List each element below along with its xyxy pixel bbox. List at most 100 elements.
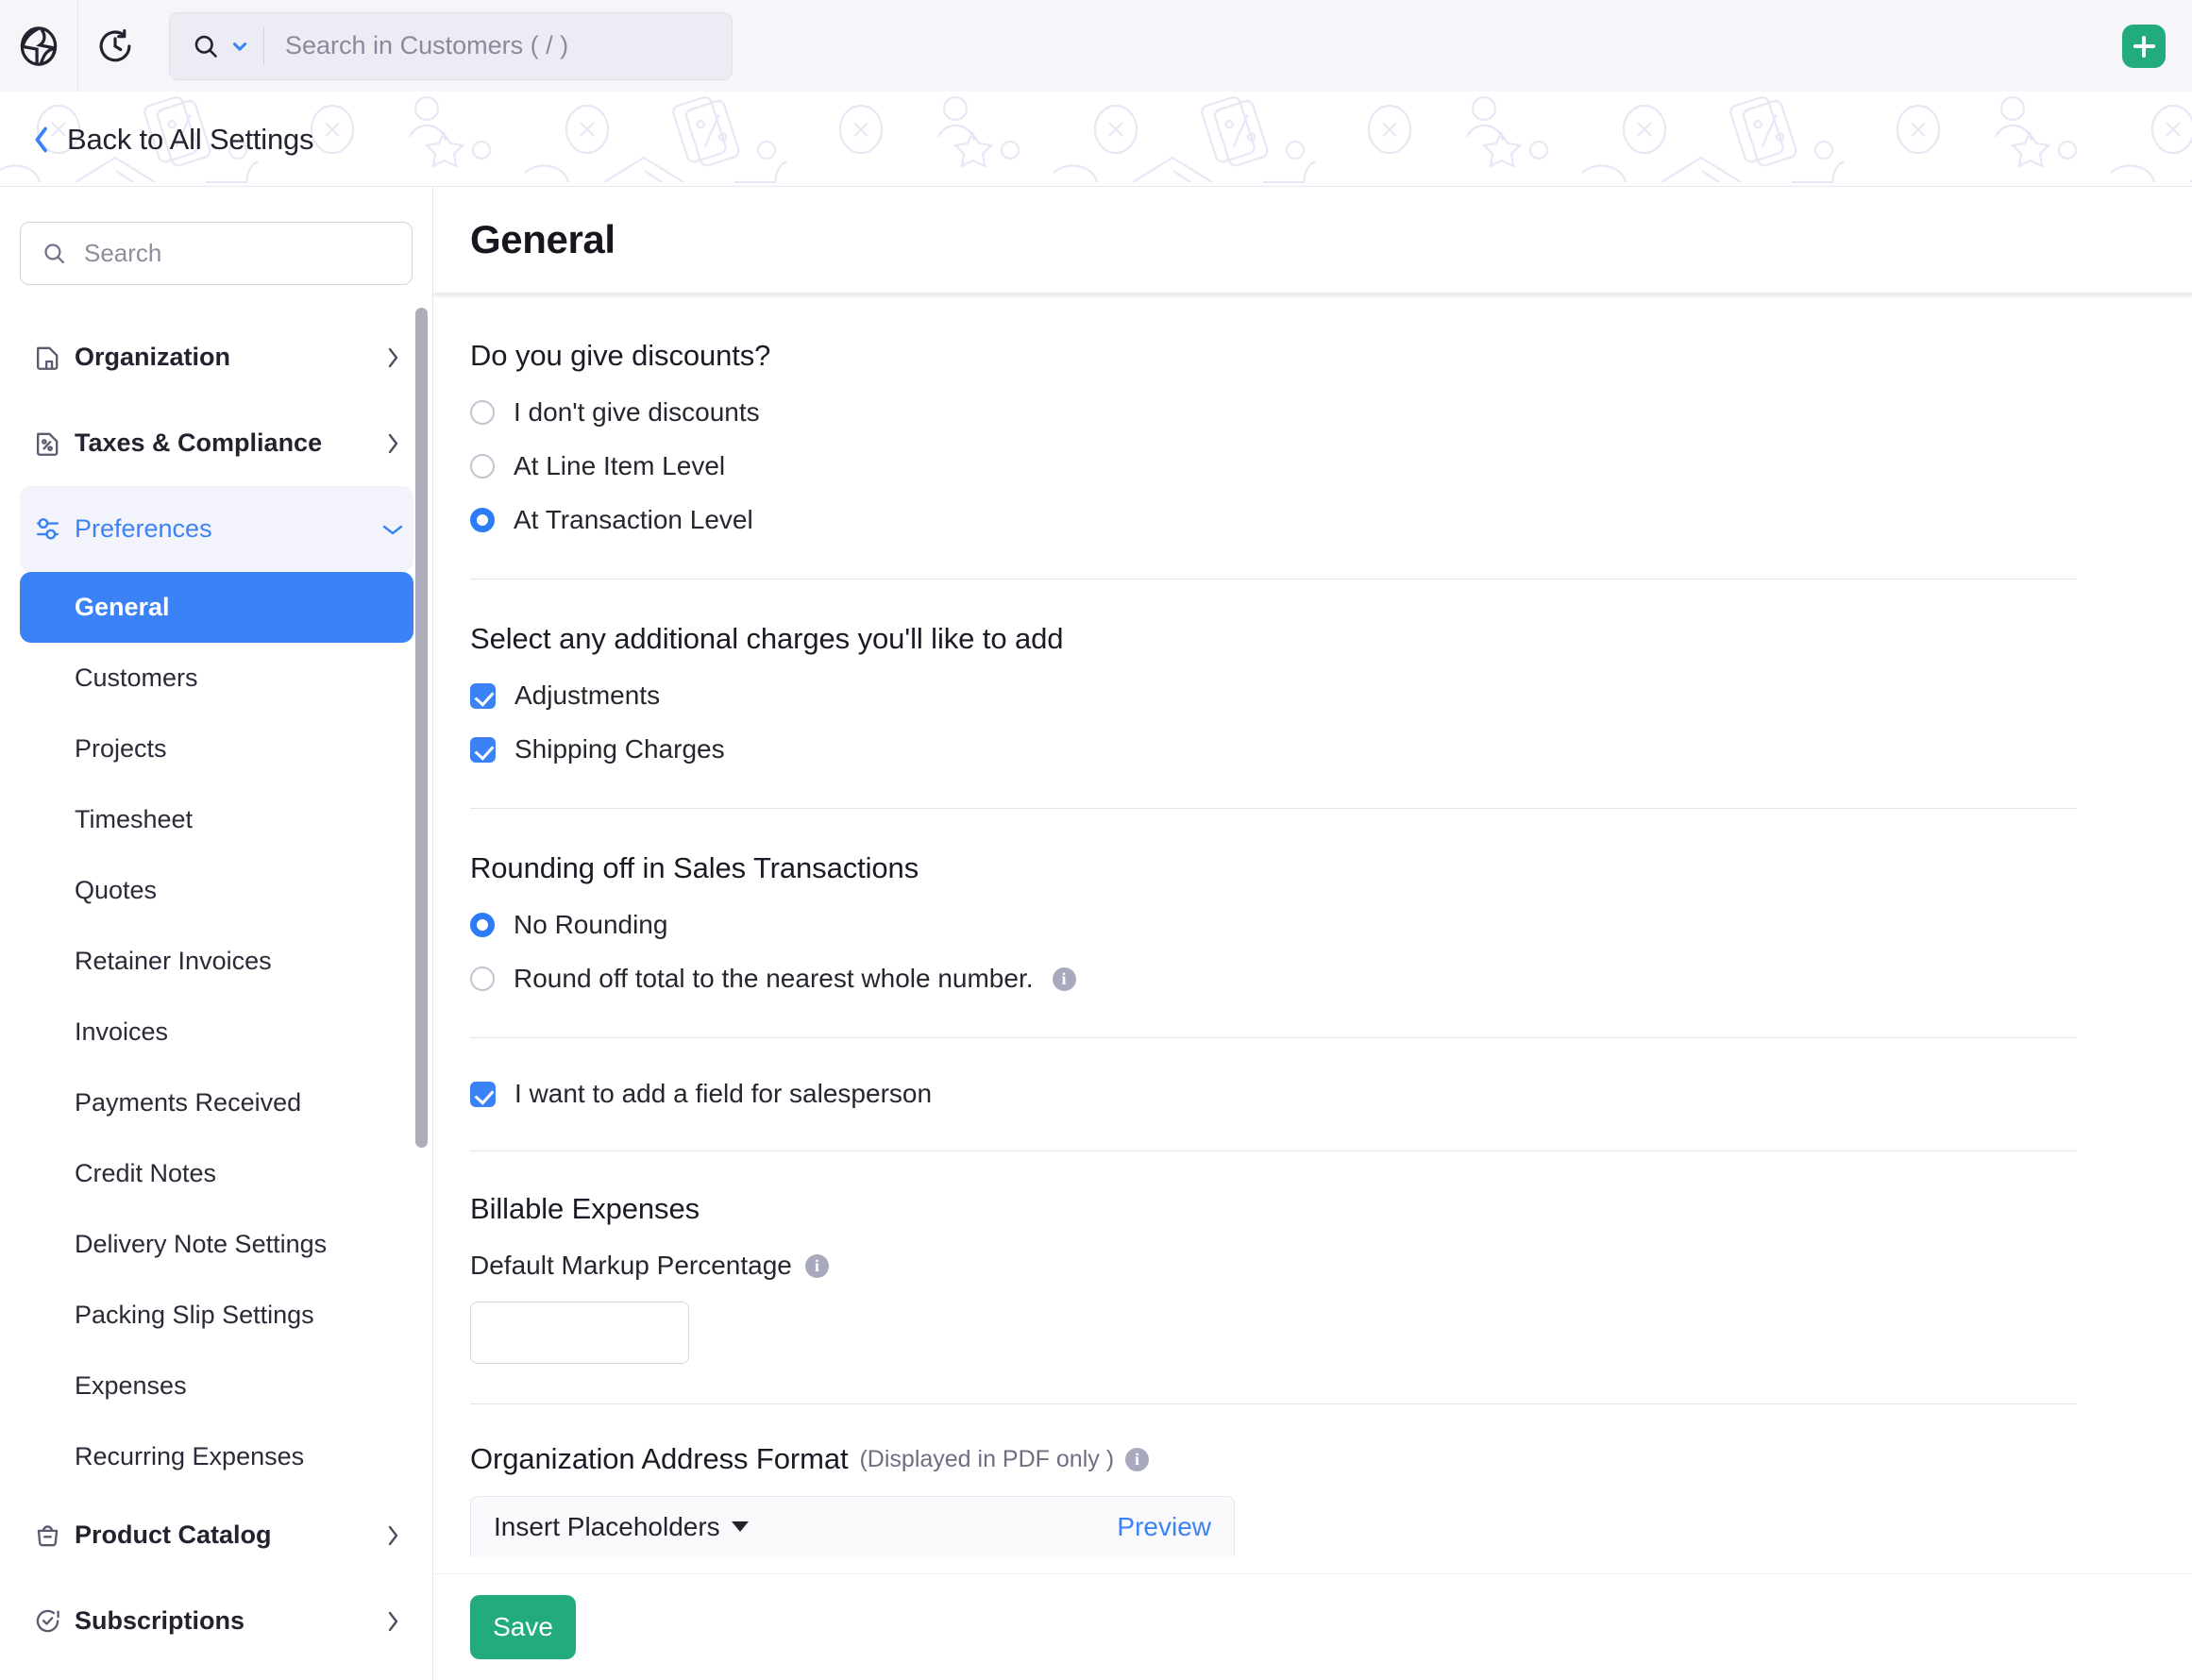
markup-field-label-row: Default Markup Percentage i — [470, 1251, 2155, 1281]
sidebar-item-label: General — [75, 593, 170, 621]
sidebar-item-label: Quotes — [75, 876, 158, 904]
sidebar-item-label: Timesheet — [75, 805, 194, 833]
search-icon — [192, 32, 220, 60]
sidebar-item-label: Customers — [75, 664, 198, 692]
section-title: Billable Expenses — [470, 1192, 700, 1225]
recent-activity-button[interactable] — [78, 0, 152, 92]
checkbox-indicator-checked — [470, 1081, 496, 1107]
subscription-refresh-check-icon — [20, 1606, 75, 1636]
checkbox-label: Shipping Charges — [514, 734, 725, 764]
radio-label: No Rounding — [514, 910, 668, 939]
chevron-right-icon[interactable] — [372, 345, 413, 370]
section-note: (Displayed in PDF only ) — [859, 1445, 1115, 1472]
sidebar-search-input[interactable] — [67, 223, 412, 284]
section-title: Organization Address Format — [470, 1442, 849, 1475]
info-icon[interactable]: i — [804, 1253, 829, 1278]
sidebar-group-preferences[interactable]: Preferences — [20, 486, 413, 572]
radio-no-discounts[interactable]: I don't give discounts — [470, 397, 2155, 428]
preferences-sliders-icon — [20, 514, 75, 544]
app-logo[interactable] — [0, 0, 77, 92]
section-additional-charges: Select any additional charges you'll lik… — [470, 580, 2155, 764]
checkbox-adjustments[interactable]: Adjustments — [470, 680, 2155, 711]
section-title: Select any additional charges you'll lik… — [470, 622, 1064, 655]
preview-link[interactable]: Preview — [1117, 1512, 1211, 1542]
sidebar-item-label: Packing Slip Settings — [75, 1301, 314, 1329]
sidebar-group-label: Subscriptions — [75, 1606, 245, 1635]
sidebar-group-subscriptions[interactable]: Subscriptions — [20, 1578, 413, 1664]
insert-placeholders-dropdown[interactable]: Insert Placeholders — [494, 1512, 749, 1542]
sidebar-item-delivery-note-settings[interactable]: Delivery Note Settings — [20, 1209, 413, 1280]
sidebar-item-invoices[interactable]: Invoices — [20, 997, 413, 1067]
checkbox-indicator-checked — [470, 736, 496, 763]
info-icon[interactable]: i — [1052, 966, 1076, 991]
search-input[interactable] — [264, 12, 732, 79]
caret-down-icon — [731, 1521, 749, 1532]
radio-label: At Line Item Level — [514, 451, 726, 480]
sidebar-group-label: Organization — [75, 343, 231, 371]
main-header: General — [433, 187, 2192, 294]
sidebar-item-timesheet[interactable]: Timesheet — [20, 784, 413, 855]
sidebar-item-retainer-invoices[interactable]: Retainer Invoices — [20, 926, 413, 997]
sidebar-item-label: Projects — [75, 734, 167, 763]
sidebar-item-credit-notes[interactable]: Credit Notes — [20, 1138, 413, 1209]
section-billable-expenses: Billable Expenses Default Markup Percent… — [470, 1151, 2155, 1364]
settings-form: Do you give discounts? I don't give disc… — [433, 299, 2192, 1556]
save-button[interactable]: Save — [470, 1595, 576, 1659]
radio-line-item-level[interactable]: At Line Item Level — [470, 451, 2155, 481]
section-title: Rounding off in Sales Transactions — [470, 851, 919, 884]
sidebar-item-projects[interactable]: Projects — [20, 714, 413, 784]
organization-doc-icon — [20, 343, 75, 372]
radio-no-rounding[interactable]: No Rounding — [470, 910, 2155, 940]
top-bar — [0, 0, 2192, 92]
chevron-right-icon[interactable] — [372, 431, 413, 456]
shopping-bag-icon — [20, 1520, 75, 1550]
sidebar-item-general[interactable]: General — [20, 572, 413, 643]
page-title: General — [470, 217, 615, 261]
sidebar-item-packing-slip-settings[interactable]: Packing Slip Settings — [20, 1280, 413, 1351]
sidebar-group-product-catalog[interactable]: Product Catalog — [20, 1492, 413, 1578]
main-content: General Do you give discounts? I don't g… — [433, 187, 2192, 1680]
sidebar-search-box[interactable] — [20, 222, 413, 285]
chevron-down-icon[interactable] — [372, 520, 413, 539]
sidebar-scrollbar-thumb[interactable] — [415, 308, 428, 1148]
decorative-pattern — [0, 92, 2192, 184]
radio-indicator — [470, 966, 495, 991]
checkbox-salesperson-field[interactable]: I want to add a field for salesperson — [470, 1079, 2155, 1109]
address-format-toolbar: Insert Placeholders Preview — [470, 1496, 1235, 1556]
sidebar-item-quotes[interactable]: Quotes — [20, 855, 413, 926]
sidebar-group-organization[interactable]: Organization — [20, 314, 413, 400]
chevron-left-icon — [31, 126, 52, 154]
default-markup-percentage-field[interactable]: % — [470, 1302, 689, 1364]
radio-indicator — [470, 454, 495, 479]
radio-indicator-selected — [470, 913, 495, 937]
clock-history-icon — [99, 28, 131, 61]
global-search-box[interactable] — [169, 11, 733, 80]
search-icon — [42, 241, 67, 266]
radio-transaction-level[interactable]: At Transaction Level — [470, 505, 2155, 535]
info-icon[interactable]: i — [1125, 1447, 1150, 1471]
sidebar-item-recurring-expenses[interactable]: Recurring Expenses — [20, 1421, 413, 1492]
chevron-right-icon[interactable] — [372, 1523, 413, 1548]
globe-bolt-logo-icon — [20, 25, 58, 66]
form-footer: Save — [433, 1573, 2192, 1680]
sidebar-nav: Organization Taxes & Compliance Preferen… — [0, 314, 432, 1664]
sidebar-item-payments-received[interactable]: Payments Received — [20, 1067, 413, 1138]
back-to-all-settings-link[interactable]: Back to All Settings — [31, 92, 314, 186]
sidebar-group-taxes-compliance[interactable]: Taxes & Compliance — [20, 400, 413, 486]
sidebar-item-label: Delivery Note Settings — [75, 1230, 328, 1258]
radio-round-off-whole-number[interactable]: Round off total to the nearest whole num… — [470, 964, 2155, 994]
sidebar-item-label: Expenses — [75, 1371, 187, 1400]
checkbox-shipping-charges[interactable]: Shipping Charges — [470, 734, 2155, 764]
sidebar-item-customers[interactable]: Customers — [20, 643, 413, 714]
section-salesperson: I want to add a field for salesperson — [470, 1038, 2155, 1109]
markup-percentage-input[interactable] — [471, 1302, 688, 1363]
sidebar-item-expenses[interactable]: Expenses — [20, 1351, 413, 1421]
search-scope-chevron-down-icon[interactable] — [229, 36, 250, 57]
chevron-right-icon[interactable] — [372, 1609, 413, 1634]
sidebar-item-label: Credit Notes — [75, 1159, 217, 1187]
radio-indicator-selected — [470, 508, 495, 532]
sidebar-item-label: Invoices — [75, 1017, 169, 1046]
radio-label: At Transaction Level — [514, 505, 753, 534]
add-new-button[interactable] — [2122, 25, 2166, 68]
section-title: Do you give discounts? — [470, 339, 771, 372]
